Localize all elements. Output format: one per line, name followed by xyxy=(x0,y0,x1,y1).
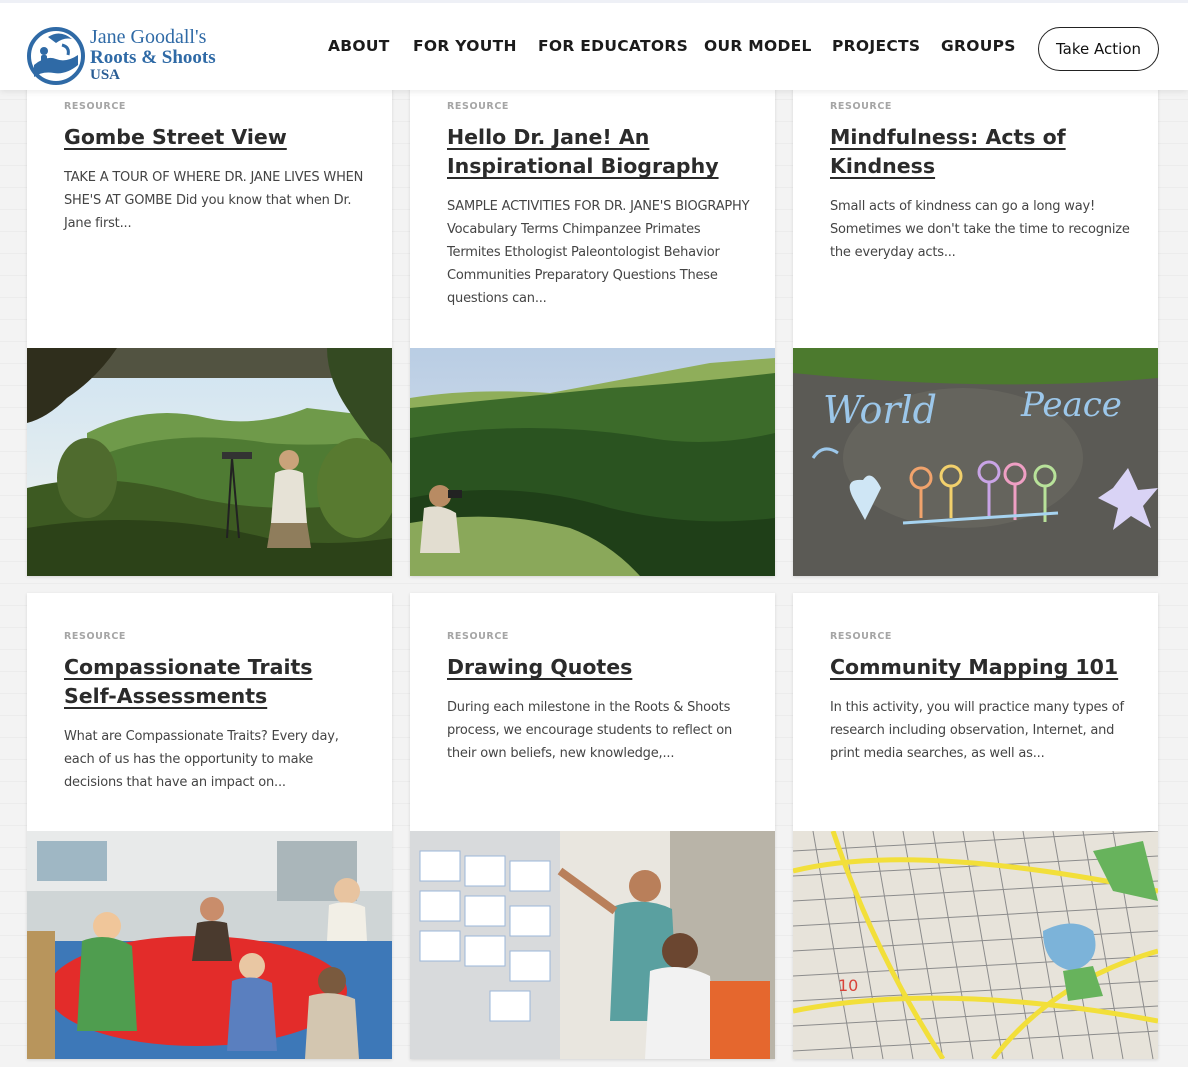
classroom-image xyxy=(27,831,392,1059)
card-type-label: RESOURCE xyxy=(64,631,127,642)
nav-groups[interactable]: GROUPS xyxy=(941,37,1016,55)
nav-our-model[interactable]: OUR MODEL xyxy=(704,37,812,55)
take-action-button[interactable]: Take Action xyxy=(1038,27,1159,71)
card-title-link[interactable]: Gombe Street View xyxy=(64,123,370,152)
resource-card[interactable]: RESOURCE Drawing Quotes During each mile… xyxy=(410,593,775,1059)
card-title-link[interactable]: Community Mapping 101 xyxy=(830,653,1136,682)
street-map-photo[interactable]: 10 xyxy=(793,831,1158,1059)
students-wall-image xyxy=(410,831,775,1059)
card-title-link[interactable]: Mindfulness: Acts of Kindness xyxy=(830,123,1136,181)
forest-valley-photo[interactable] xyxy=(27,348,392,576)
resource-card[interactable]: RESOURCE Mindfulness: Acts of Kindness S… xyxy=(793,62,1158,576)
nav-for-educators[interactable]: FOR EDUCATORS xyxy=(538,37,688,55)
nav-for-youth[interactable]: FOR YOUTH xyxy=(413,37,517,55)
resource-card[interactable]: RESOURCE Compassionate Traits Self-Asses… xyxy=(27,593,392,1059)
svg-text:10: 10 xyxy=(838,976,858,995)
card-excerpt: During each milestone in the Roots & Sho… xyxy=(447,700,733,761)
card-excerpt: Small acts of kindness can go a long way… xyxy=(830,199,1130,260)
chalk-drawing-image: World Peace xyxy=(793,348,1158,576)
nav-about[interactable]: ABOUT xyxy=(328,37,390,55)
resource-card[interactable]: RESOURCE Hello Dr. Jane! An Inspirationa… xyxy=(410,62,775,576)
card-type-label: RESOURCE xyxy=(447,631,510,642)
card-title-link[interactable]: Hello Dr. Jane! An Inspirational Biograp… xyxy=(447,123,753,181)
card-type-label: RESOURCE xyxy=(830,631,893,642)
main-nav: ABOUT FOR YOUTH FOR EDUCATORS OUR MODEL … xyxy=(0,37,1030,57)
chalk-world-text: World xyxy=(823,388,937,432)
card-excerpt: SAMPLE ACTIVITIES FOR DR. JANE'S BIOGRAP… xyxy=(447,199,750,306)
chalk-peace-text: Peace xyxy=(1020,385,1122,425)
site-header: Jane Goodall's Roots & Shoots USA ABOUT … xyxy=(0,0,1188,90)
logo-line-3: USA xyxy=(90,67,121,83)
hillside-binoculars-photo[interactable] xyxy=(410,348,775,576)
card-excerpt: What are Compassionate Traits? Every day… xyxy=(64,729,339,790)
card-type-label: RESOURCE xyxy=(447,101,510,112)
forest-valley-image xyxy=(27,348,392,576)
nav-projects[interactable]: PROJECTS xyxy=(832,37,920,55)
street-map-image: 10 xyxy=(793,831,1158,1059)
card-type-label: RESOURCE xyxy=(64,101,127,112)
resource-card[interactable]: RESOURCE Community Mapping 101 In this a… xyxy=(793,593,1158,1059)
card-title-link[interactable]: Compassionate Traits Self-Assessments xyxy=(64,653,370,711)
hillside-binoculars-image xyxy=(410,348,775,576)
card-excerpt: TAKE A TOUR OF WHERE DR. JANE LIVES WHEN… xyxy=(64,170,364,231)
card-excerpt: In this activity, you will practice many… xyxy=(830,700,1124,761)
card-type-label: RESOURCE xyxy=(830,101,893,112)
students-drawings-wall-photo[interactable] xyxy=(410,831,775,1059)
card-title-link[interactable]: Drawing Quotes xyxy=(447,653,753,682)
chalk-world-peace-photo[interactable]: World Peace xyxy=(793,348,1158,576)
resource-card[interactable]: RESOURCE Gombe Street View TAKE A TOUR O… xyxy=(27,62,392,576)
classroom-circle-photo[interactable] xyxy=(27,831,392,1059)
